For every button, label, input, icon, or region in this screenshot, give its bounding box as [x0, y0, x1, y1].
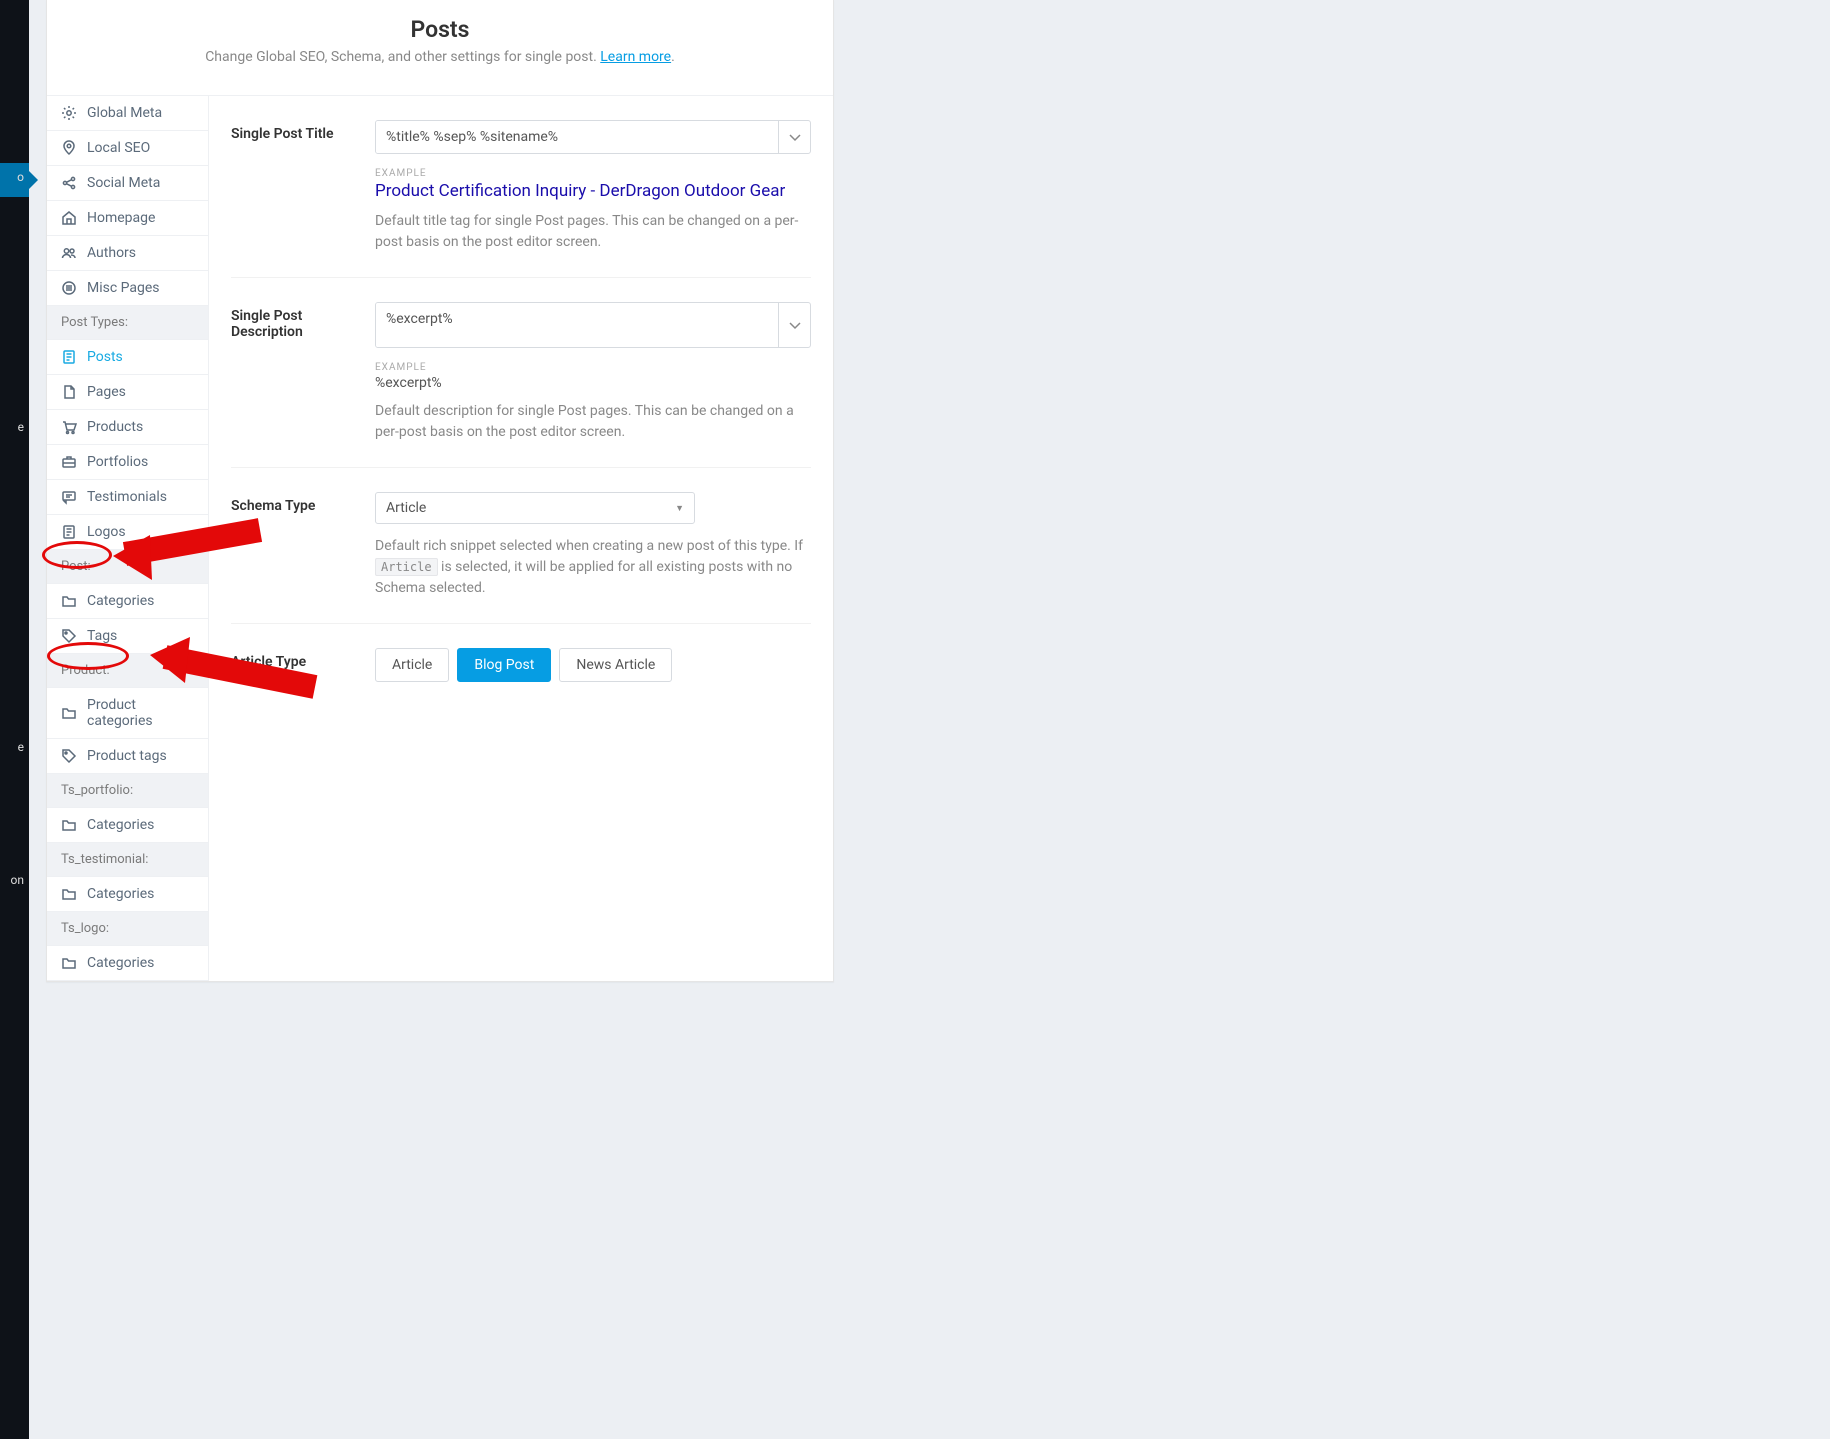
example-label: EXAMPLE — [375, 168, 811, 179]
sidebar-item-categories[interactable]: Categories — [47, 808, 208, 843]
sidebar-item-label: Misc Pages — [87, 280, 160, 296]
learn-more-link[interactable]: Learn more — [600, 49, 671, 65]
sidebar-section-ts_portfolio: Ts_portfolio: — [47, 774, 208, 808]
sidebar-item-label: Posts — [87, 349, 123, 365]
variables-dropdown-button[interactable] — [778, 303, 810, 347]
post-icon — [61, 524, 77, 540]
sidebar-item-label: Tags — [87, 628, 117, 644]
sidebar-item-misc-pages[interactable]: Misc Pages — [47, 271, 208, 306]
sidebar-section-ts_testimonial: Ts_testimonial: — [47, 843, 208, 877]
sidebar-item-logos[interactable]: Logos — [47, 515, 208, 550]
sidebar-item-portfolios[interactable]: Portfolios — [47, 445, 208, 480]
page-subtitle: Change Global SEO, Schema, and other set… — [67, 49, 813, 65]
sidebar-item-label: Product tags — [87, 748, 167, 764]
article-type-news-article-button[interactable]: News Article — [559, 648, 672, 682]
sidebar-section-post-types: Post Types: — [47, 306, 208, 340]
single-post-title-label: Single Post Title — [231, 120, 351, 253]
admin-sidebar-text: e — [18, 420, 24, 434]
sidebar-item-pages[interactable]: Pages — [47, 375, 208, 410]
sidebar-item-label: Homepage — [87, 210, 155, 226]
cart-icon — [61, 419, 77, 435]
schema-help-text: Default rich snippet selected when creat… — [375, 536, 811, 599]
admin-sidebar-text: e — [18, 740, 24, 754]
article-type-blog-post-button[interactable]: Blog Post — [457, 648, 551, 682]
sidebar-item-local-seo[interactable]: Local SEO — [47, 131, 208, 166]
folder-icon — [61, 955, 77, 971]
desc-help-text: Default description for single Post page… — [375, 401, 811, 443]
variables-dropdown-button[interactable] — [778, 121, 810, 153]
sidebar-item-label: Logos — [87, 524, 126, 540]
schema-type-select[interactable]: Article ▼ — [375, 492, 695, 524]
sidebar-item-label: Testimonials — [87, 489, 167, 505]
page-header: Posts Change Global SEO, Schema, and oth… — [47, 0, 833, 96]
sidebar-item-label: Product categories — [87, 697, 194, 729]
page-icon — [61, 384, 77, 400]
sidebar-item-product-categories[interactable]: Product categories — [47, 688, 208, 739]
single-post-title-input[interactable] — [376, 121, 778, 153]
sidebar-item-posts[interactable]: Posts — [47, 340, 208, 375]
quote-icon — [61, 489, 77, 505]
sidebar-item-social-meta[interactable]: Social Meta — [47, 166, 208, 201]
example-label: EXAMPLE — [375, 362, 811, 373]
sidebar-item-label: Global Meta — [87, 105, 162, 121]
sidebar-item-label: Categories — [87, 593, 154, 609]
gear-icon — [61, 105, 77, 121]
folder-icon — [61, 593, 77, 609]
pin-icon — [61, 140, 77, 156]
folder-icon — [61, 705, 77, 721]
single-post-desc-input[interactable] — [376, 303, 778, 347]
sidebar-section-product: Product: — [47, 654, 208, 688]
title-example-preview: Product Certification Inquiry - DerDrago… — [375, 181, 811, 201]
sidebar-item-label: Portfolios — [87, 454, 148, 470]
sidebar-section-post: Post: — [47, 550, 208, 584]
sidebar-item-categories[interactable]: Categories — [47, 877, 208, 912]
share-icon — [61, 175, 77, 191]
single-post-desc-label: Single Post Description — [231, 302, 351, 443]
desc-example-preview: %excerpt% — [375, 375, 811, 391]
sidebar-item-product-tags[interactable]: Product tags — [47, 739, 208, 774]
sidebar-item-label: Pages — [87, 384, 126, 400]
article-type-article-button[interactable]: Article — [375, 648, 449, 682]
sidebar-item-label: Categories — [87, 886, 154, 902]
post-icon — [61, 349, 77, 365]
users-icon — [61, 245, 77, 261]
chevron-down-icon — [787, 317, 803, 333]
folder-icon — [61, 886, 77, 902]
list-icon — [61, 280, 77, 296]
sidebar-item-label: Categories — [87, 817, 154, 833]
article-type-label: Article Type — [231, 648, 351, 682]
sidebar-item-authors[interactable]: Authors — [47, 236, 208, 271]
admin-sidebar-text: o — [17, 170, 24, 184]
sidebar-item-categories[interactable]: Categories — [47, 584, 208, 619]
tag-icon — [61, 628, 77, 644]
settings-content: Single Post Title EXAMPLE Product Certif… — [209, 96, 833, 981]
settings-sidebar: Global Meta Local SEO Social Meta Homepage A… — [47, 96, 209, 981]
tag-icon — [61, 748, 77, 764]
folder-icon — [61, 817, 77, 833]
sidebar-section-ts_logo: Ts_logo: — [47, 912, 208, 946]
briefcase-icon — [61, 454, 77, 470]
sidebar-item-label: Authors — [87, 245, 136, 261]
sidebar-item-label: Categories — [87, 955, 154, 971]
sidebar-item-label: Products — [87, 419, 143, 435]
admin-sidebar-text: on — [11, 873, 24, 887]
sidebar-item-categories[interactable]: Categories — [47, 946, 208, 981]
dropdown-arrow-icon: ▼ — [675, 503, 684, 514]
title-help-text: Default title tag for single Post pages.… — [375, 211, 811, 253]
sidebar-item-tags[interactable]: Tags — [47, 619, 208, 654]
sidebar-item-products[interactable]: Products — [47, 410, 208, 445]
page-title: Posts — [67, 16, 813, 43]
home-icon — [61, 210, 77, 226]
sidebar-item-label: Local SEO — [87, 140, 150, 156]
sidebar-item-global-meta[interactable]: Global Meta — [47, 96, 208, 131]
schema-type-label: Schema Type — [231, 492, 351, 599]
chevron-down-icon — [787, 129, 803, 145]
sidebar-item-homepage[interactable]: Homepage — [47, 201, 208, 236]
sidebar-item-label: Social Meta — [87, 175, 160, 191]
sidebar-item-testimonials[interactable]: Testimonials — [47, 480, 208, 515]
